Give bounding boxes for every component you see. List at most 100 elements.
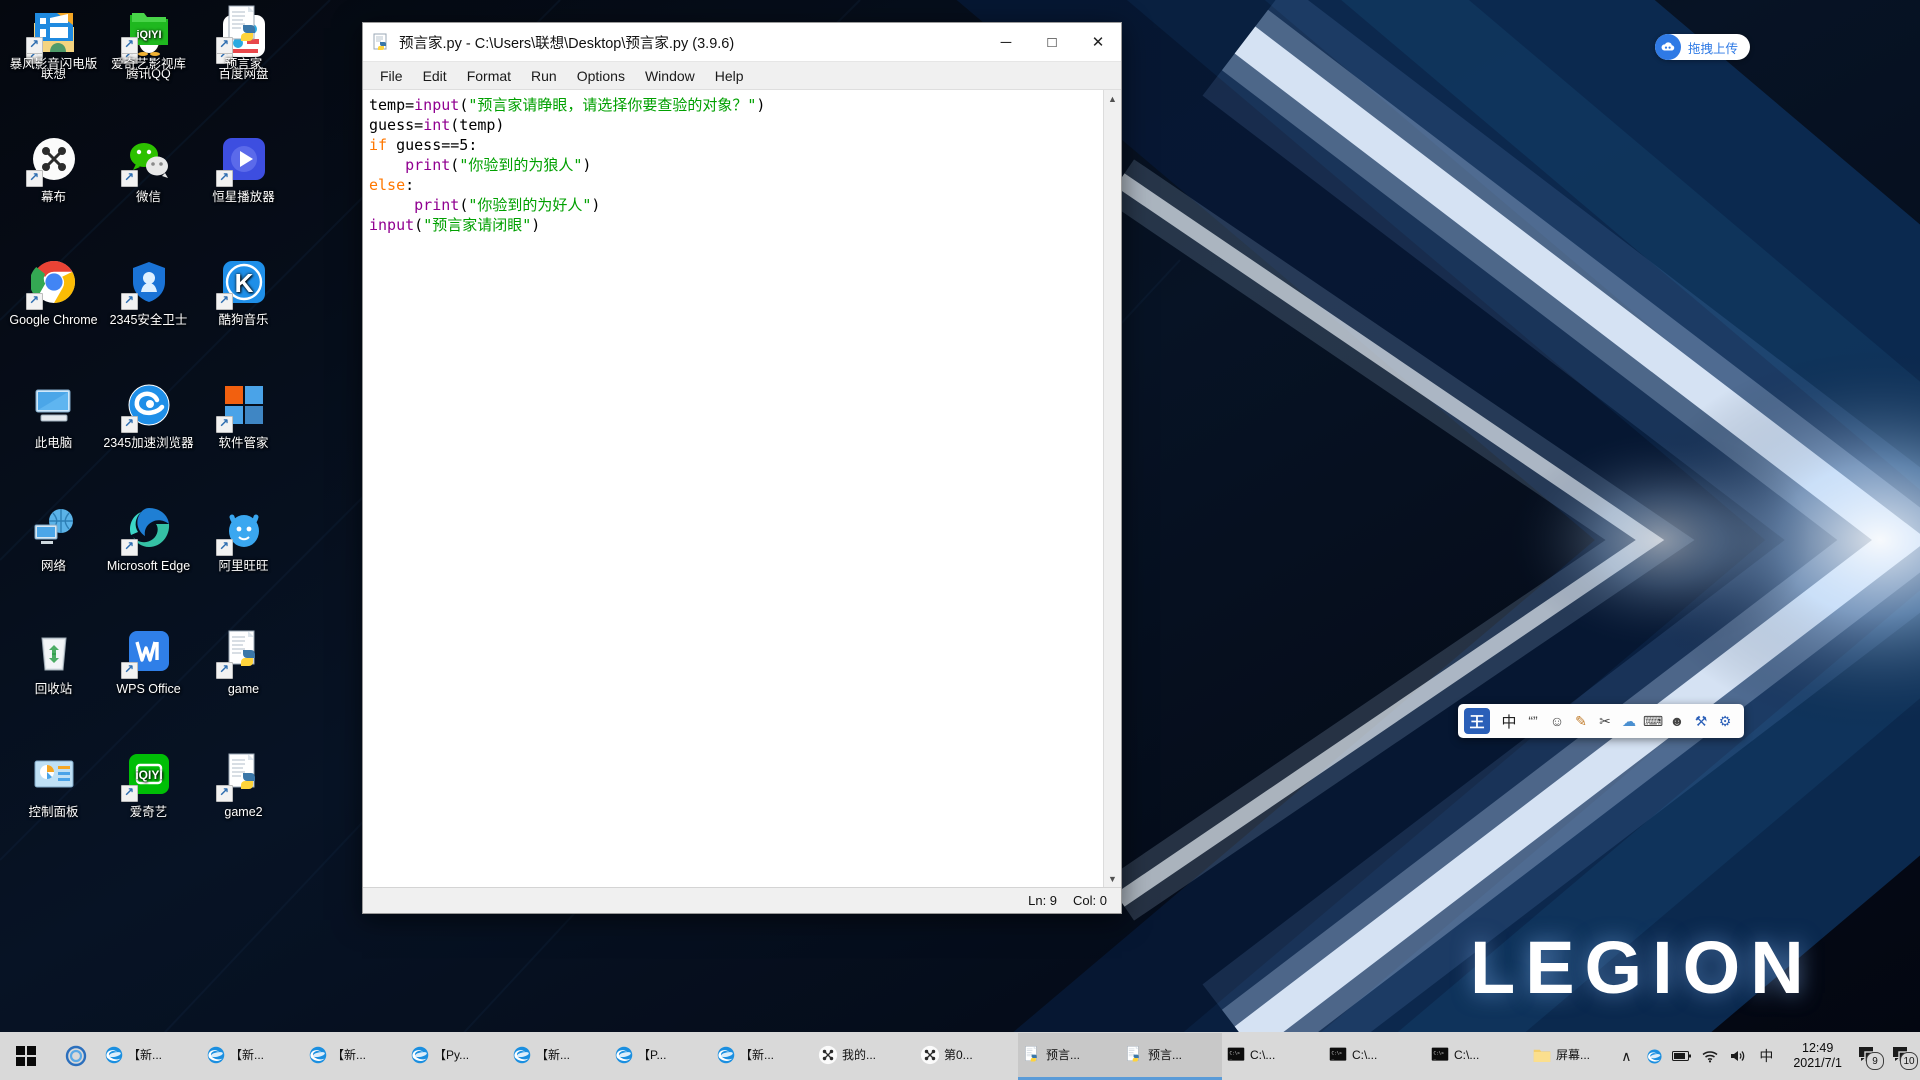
ime-floating-toolbar[interactable]: 王 中 “” ☺ ✎ ✂ ☁ ⌨ ☻ ⚒ ⚙ — [1458, 704, 1744, 738]
user-account-icon[interactable]: ☻ — [1666, 708, 1688, 734]
desktop-icon-chrome[interactable]: ↗ Google Chrome — [6, 256, 101, 327]
maximize-button[interactable]: □ — [1029, 23, 1075, 61]
tray-badges[interactable]: 9 10 — [1852, 1032, 1920, 1080]
menu-run[interactable]: Run — [522, 65, 566, 87]
scissors-screenshot-icon[interactable]: ✂ — [1594, 708, 1616, 734]
shortcut-arrow-icon: ↗ — [215, 539, 233, 556]
menu-window[interactable]: Window — [636, 65, 704, 87]
desktop-icon-label: game2 — [224, 805, 263, 819]
menu-options[interactable]: Options — [568, 65, 634, 87]
taskbar-task[interactable]: C:\> _ C:\... — [1426, 1033, 1528, 1080]
desktop-icon-label: 酷狗音乐 — [218, 313, 269, 327]
taskbar-task[interactable]: 【新... — [508, 1033, 610, 1080]
desktop-icon-label: 阿里旺旺 — [218, 559, 269, 573]
settings-gear-icon[interactable]: ⚙ — [1714, 708, 1736, 734]
notification-chat-icon[interactable]: 9 — [1852, 1032, 1886, 1080]
scroll-down-arrow[interactable]: ▼ — [1104, 870, 1121, 887]
close-button[interactable]: ✕ — [1075, 23, 1121, 61]
desktop-icon-mubu[interactable]: ↗ 幕布 — [6, 133, 101, 204]
menu-file[interactable]: File — [371, 65, 412, 87]
windows-start-icon[interactable] — [0, 1032, 52, 1080]
desktop-icon-recycle-bin[interactable]: 回收站 — [6, 625, 101, 696]
desktop-icon-aliwangwang[interactable]: ↗ 阿里旺旺 — [196, 502, 291, 573]
window-titlebar[interactable]: 预言家.py - C:\Users\联想\Desktop\预言家.py (3.9… — [363, 23, 1121, 62]
volume-icon[interactable] — [1725, 1032, 1751, 1080]
shortcut-arrow-icon: ↗ — [215, 662, 233, 679]
taskbar-task[interactable]: 【P... — [610, 1033, 712, 1080]
scroll-up-arrow[interactable]: ▲ — [1104, 90, 1121, 107]
desktop-icon-baofeng-player[interactable]: ↗ 暴风影音闪电版 — [6, 0, 101, 71]
vertical-scrollbar[interactable]: ▲ ▼ — [1103, 90, 1121, 887]
taskbar-task[interactable]: 我的... — [814, 1033, 916, 1080]
desktop-icon-wechat[interactable]: ↗ 微信 — [101, 133, 196, 204]
taskbar-task[interactable]: 【新... — [202, 1033, 304, 1080]
desktop-icon-kugou-music[interactable]: K ↗ 酷狗音乐 — [196, 256, 291, 327]
battery-icon[interactable] — [1669, 1032, 1695, 1080]
desktop-icon-2345-browser[interactable]: ↗ 2345加速浏览器 — [101, 379, 196, 450]
desktop-icon-this-pc[interactable]: 此电脑 — [6, 379, 101, 450]
desktop-icon-edge[interactable]: ↗ Microsoft Edge — [101, 502, 196, 573]
drag-upload-pill[interactable]: 拖拽上传 — [1655, 34, 1751, 60]
toolbox-icon[interactable]: ⚒ — [1690, 708, 1712, 734]
soft-keyboard-icon[interactable]: ⌨ — [1642, 708, 1664, 734]
shortcut-arrow-icon: ↗ — [120, 785, 138, 802]
code-token-punc: ( — [450, 156, 460, 174]
taskbar-task[interactable]: C:\> _ C:\... — [1222, 1033, 1324, 1080]
code-token-punc: ) — [591, 196, 601, 214]
show-hidden-icons-chevron[interactable]: ∧ — [1613, 1032, 1639, 1080]
taskbar[interactable]: 【新... 【新... 【新... 【Py... 【新... 【P... 【新... 我的..… — [0, 1032, 1920, 1080]
desktop-icon-wps-office[interactable]: ↗ WPS Office — [101, 625, 196, 696]
ime-language-icon[interactable]: 中 — [1753, 1032, 1779, 1080]
menu-format[interactable]: Format — [458, 65, 520, 87]
editor-area[interactable]: temp=input("预言家请睁眼，请选择你要查验的对象？") guess=in… — [363, 90, 1121, 887]
menu-edit[interactable]: Edit — [414, 65, 456, 87]
handwriting-pen-icon[interactable]: ✎ — [1570, 708, 1592, 734]
taskbar-task[interactable]: 【新... — [100, 1033, 202, 1080]
emoji-icon[interactable]: ☺ — [1546, 708, 1568, 734]
taskbar-task[interactable]: 【Py... — [406, 1033, 508, 1080]
desktop-icon-python-file[interactable]: ↗ game2 — [196, 748, 291, 819]
desktop-icon-control-panel[interactable]: 控制面板 — [6, 748, 101, 819]
taskbar-task-list[interactable]: 【新... 【新... 【新... 【Py... 【新... 【P... 【新... 我的..… — [100, 1032, 1613, 1080]
punctuation-icon[interactable]: “” — [1522, 708, 1544, 734]
desktop-icon-hengxing-player[interactable]: ↗ 恒星播放器 — [196, 133, 291, 204]
cortana-circle-icon[interactable] — [52, 1032, 100, 1080]
taskbar-clock[interactable]: 12:49 2021/7/1 — [1783, 1032, 1852, 1080]
desktop-icon-software-manager[interactable]: ↗ 软件管家 — [196, 379, 291, 450]
taskbar-task[interactable]: C:\> _ C:\... — [1324, 1033, 1426, 1080]
shortcut-arrow-icon: ↗ — [215, 416, 233, 433]
python-idle-icon — [1124, 1045, 1144, 1065]
desktop-icon-network[interactable]: 网络 — [6, 502, 101, 573]
python-idle-icon — [373, 33, 391, 51]
desktop-icon-python-file[interactable]: ↗ game — [196, 625, 291, 696]
action-center-icon[interactable]: 10 — [1886, 1032, 1920, 1080]
menu-help[interactable]: Help — [706, 65, 753, 87]
taskbar-task[interactable]: 第0... — [916, 1033, 1018, 1080]
desktop-icon-iqiyi[interactable]: iQIYI ↗ 爱奇艺 — [101, 748, 196, 819]
desktop-icon-iqiyi-library[interactable]: iQIYI ↗ 爱奇艺影视库 — [101, 0, 196, 71]
taskbar-task[interactable]: 屏幕... — [1528, 1033, 1613, 1080]
code-token-name: guess= — [369, 116, 424, 134]
ime-logo-icon[interactable]: 王 — [1464, 708, 1490, 734]
minimize-button[interactable]: ─ — [983, 23, 1029, 61]
menu-bar[interactable]: File Edit Format Run Options Window Help — [363, 62, 1121, 90]
python-idle-window[interactable]: 预言家.py - C:\Users\联想\Desktop\预言家.py (3.9… — [362, 22, 1122, 914]
internet-explorer-tray-icon[interactable] — [1641, 1032, 1667, 1080]
taskbar-task-label: 【新... — [230, 1048, 265, 1062]
cloud-icon[interactable]: ☁ — [1618, 708, 1640, 734]
taskbar-task[interactable]: 【新... — [712, 1033, 814, 1080]
desktop-icon-python-file[interactable]: ↗ 预言家 — [196, 0, 291, 71]
software-manager-icon: ↗ — [215, 379, 270, 433]
chinese-mode-icon[interactable]: 中 — [1498, 708, 1520, 734]
baofeng-player-icon: ↗ — [25, 0, 80, 54]
taskbar-task[interactable]: 【新... — [304, 1033, 406, 1080]
taskbar-task[interactable]: 预言... — [1120, 1032, 1222, 1080]
wifi-icon[interactable] — [1697, 1032, 1723, 1080]
system-tray[interactable]: ∧ 中 — [1613, 1032, 1783, 1080]
code-editor[interactable]: temp=input("预言家请睁眼，请选择你要查验的对象？") guess=in… — [363, 90, 1103, 887]
code-line: temp=input("预言家请睁眼，请选择你要查验的对象？") — [369, 95, 1103, 115]
desktop-icon-2345-security[interactable]: ↗ 2345安全卫士 — [101, 256, 196, 327]
shortcut-arrow-icon: ↗ — [215, 293, 233, 310]
taskbar-task[interactable]: 预言... — [1018, 1032, 1120, 1080]
cloud-upload-icon — [1655, 34, 1681, 60]
